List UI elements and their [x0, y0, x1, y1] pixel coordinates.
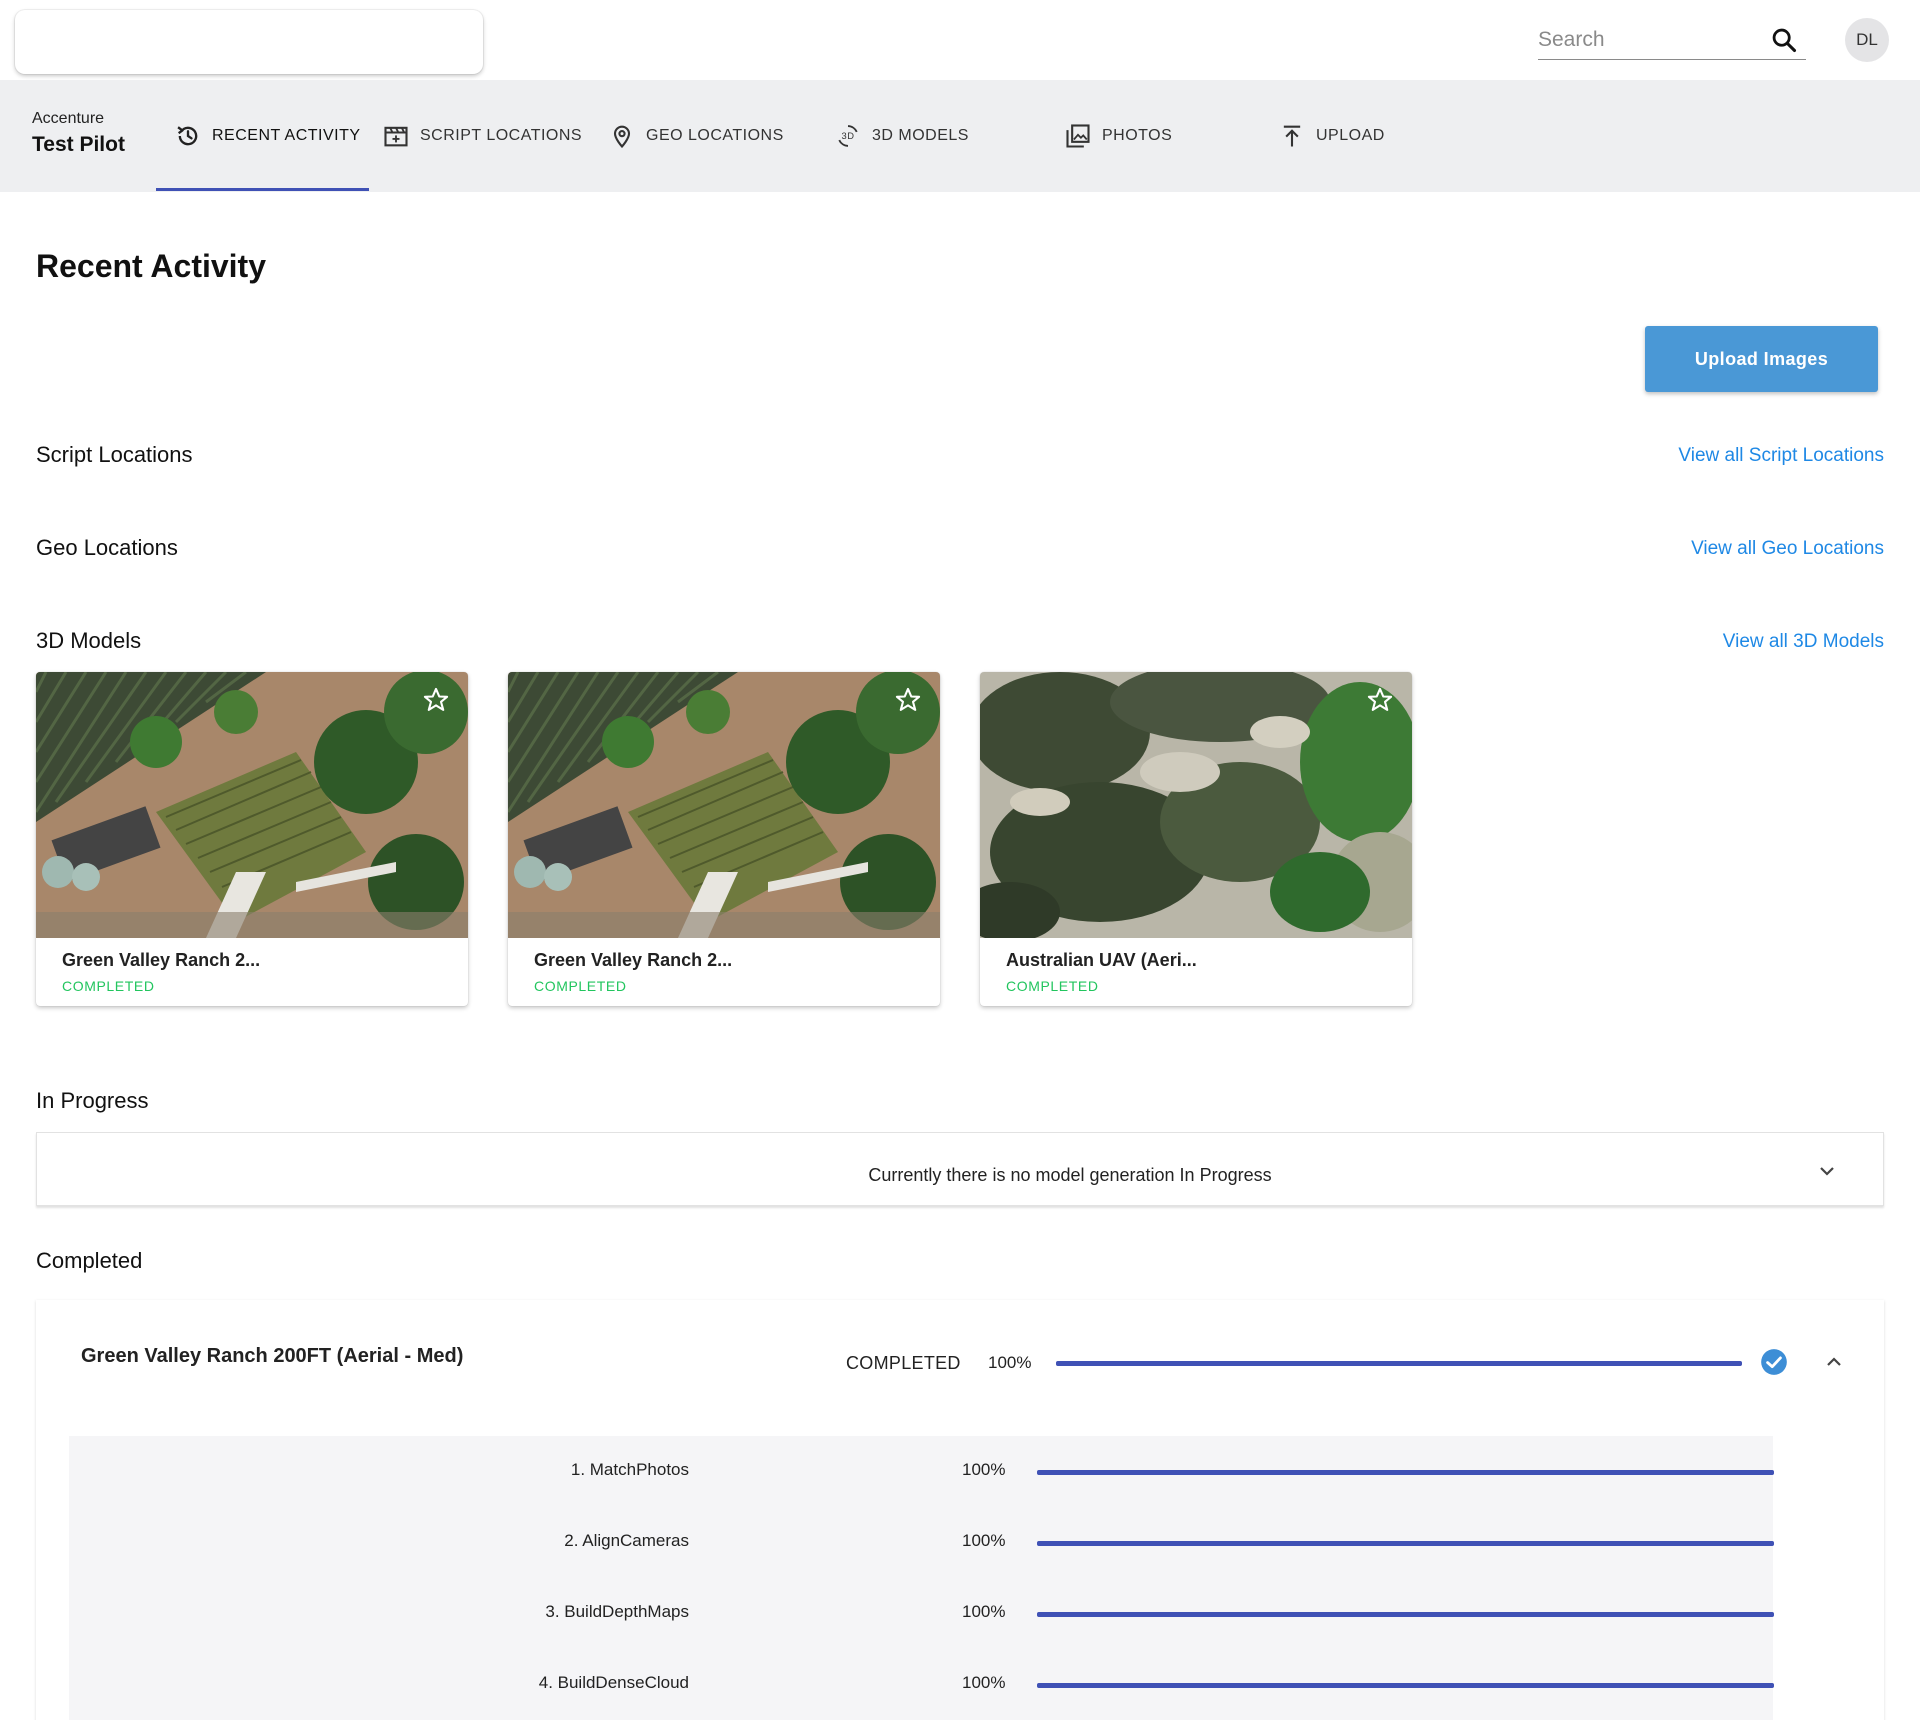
upload-images-button[interactable]: Upload Images: [1645, 326, 1878, 392]
logo-placeholder: [15, 10, 483, 74]
tab-label: UPLOAD: [1316, 127, 1385, 144]
progress-bar-fill: [1037, 1683, 1774, 1688]
tab-recent-activity[interactable]: RECENT ACTIVITY: [174, 80, 361, 192]
step-progress-bar: [1037, 1541, 1774, 1546]
completed-job-title: Green Valley Ranch 200FT (Aerial - Med): [81, 1345, 464, 1367]
model-card[interactable]: Australian UAV (Aeri... COMPLETED: [980, 672, 1412, 1006]
model-card-status: COMPLETED: [1006, 978, 1099, 994]
model-card-name: Australian UAV (Aeri...: [1006, 950, 1197, 970]
tab-upload[interactable]: UPLOAD: [1278, 80, 1385, 192]
upload-icon: [1283, 125, 1301, 147]
in-progress-message: Currently there is no model generation I…: [868, 1165, 1272, 1185]
steps-list: 1. MatchPhotos 100% 2. AlignCameras 100%…: [69, 1436, 1774, 1720]
progress-bar-fill: [1056, 1361, 1742, 1366]
tab-label: 3D MODELS: [872, 127, 969, 144]
step-label: 4. BuildDenseCloud: [538, 1673, 689, 1692]
brand-org: Accenture: [32, 110, 105, 127]
completed-job-panel: Green Valley Ranch 200FT (Aerial - Med) …: [36, 1300, 1884, 1720]
step-progress-bar: [1037, 1612, 1774, 1617]
model-card[interactable]: Green Valley Ranch 2... COMPLETED: [36, 672, 468, 1006]
chevron-down-icon[interactable]: [1815, 1159, 1839, 1183]
3d-rotate-icon: 3D: [838, 125, 858, 147]
tab-label: PHOTOS: [1102, 127, 1173, 144]
brand-app-name: Test Pilot: [32, 133, 125, 156]
completed-job-status: COMPLETED: [846, 1353, 961, 1373]
step-percent: 100%: [962, 1531, 1006, 1550]
photo-library-icon: [1066, 124, 1090, 148]
completed-job-percent: 100%: [988, 1353, 1032, 1372]
tab-label: RECENT ACTIVITY: [212, 127, 361, 144]
map-pin-icon: [613, 125, 631, 149]
star-outline-icon[interactable]: [1366, 686, 1394, 714]
progress-bar-fill: [1037, 1612, 1774, 1617]
step-progress-bar: [1037, 1683, 1774, 1688]
step-label: 3. BuildDepthMaps: [545, 1602, 689, 1621]
check-circle-icon: [1761, 1349, 1787, 1375]
page-title: Recent Activity: [36, 248, 266, 284]
model-thumbnail[interactable]: [508, 672, 940, 938]
step-percent: 100%: [962, 1460, 1006, 1479]
section-title-completed: Completed: [36, 1248, 143, 1273]
search-input[interactable]: [1538, 22, 1758, 58]
star-outline-icon[interactable]: [894, 686, 922, 714]
tab-photos[interactable]: PHOTOS: [1064, 80, 1172, 192]
step-label: 1. MatchPhotos: [570, 1460, 689, 1479]
history-icon: [177, 126, 198, 146]
step-progress-bar: [1037, 1470, 1774, 1475]
step-percent: 100%: [962, 1673, 1006, 1692]
section-title-geo-locations: Geo Locations: [36, 535, 178, 560]
model-card[interactable]: Green Valley Ranch 2... COMPLETED: [508, 672, 940, 1006]
model-card-name: Green Valley Ranch 2...: [62, 950, 261, 970]
tab-geo-locations[interactable]: GEO LOCATIONS: [608, 80, 784, 192]
search-box: [1538, 22, 1806, 60]
view-all-script-locations-link[interactable]: View all Script Locations: [1678, 445, 1884, 467]
model-card-status: COMPLETED: [62, 978, 155, 994]
avatar[interactable]: DL: [1845, 18, 1889, 62]
active-tab-indicator: [156, 188, 369, 191]
section-title-3d-models: 3D Models: [36, 628, 142, 653]
progress-bar-fill: [1037, 1541, 1774, 1546]
section-title-in-progress: In Progress: [36, 1088, 149, 1113]
step-percent: 100%: [962, 1602, 1006, 1621]
view-all-geo-locations-link[interactable]: View all Geo Locations: [1691, 538, 1884, 560]
nav-bar: Accenture Test Pilot RECENT ACTIVITY SCR…: [0, 80, 1920, 192]
view-all-3d-models-link[interactable]: View all 3D Models: [1723, 631, 1884, 653]
in-progress-panel[interactable]: Currently there is no model generation I…: [36, 1132, 1884, 1206]
model-card-status: COMPLETED: [534, 978, 627, 994]
model-thumbnail[interactable]: [36, 672, 468, 938]
tab-3d-models[interactable]: 3D 3D MODELS: [834, 80, 969, 192]
search-icon[interactable]: [1770, 26, 1798, 54]
star-outline-icon[interactable]: [422, 686, 450, 714]
clapperboard-icon: [384, 126, 408, 147]
top-bar: DL: [0, 0, 1920, 80]
tab-label: SCRIPT LOCATIONS: [420, 127, 583, 144]
svg-text:3D: 3D: [841, 131, 854, 141]
tab-script-locations[interactable]: SCRIPT LOCATIONS: [382, 80, 582, 192]
step-label: 2. AlignCameras: [564, 1531, 689, 1550]
progress-bar-fill: [1037, 1470, 1774, 1475]
chevron-up-icon[interactable]: [1822, 1350, 1846, 1374]
tab-label: GEO LOCATIONS: [646, 127, 784, 144]
section-title-script-locations: Script Locations: [36, 442, 193, 467]
completed-job-progress-bar: [1056, 1361, 1742, 1366]
model-thumbnail[interactable]: [980, 672, 1412, 938]
model-card-name: Green Valley Ranch 2...: [534, 950, 733, 970]
